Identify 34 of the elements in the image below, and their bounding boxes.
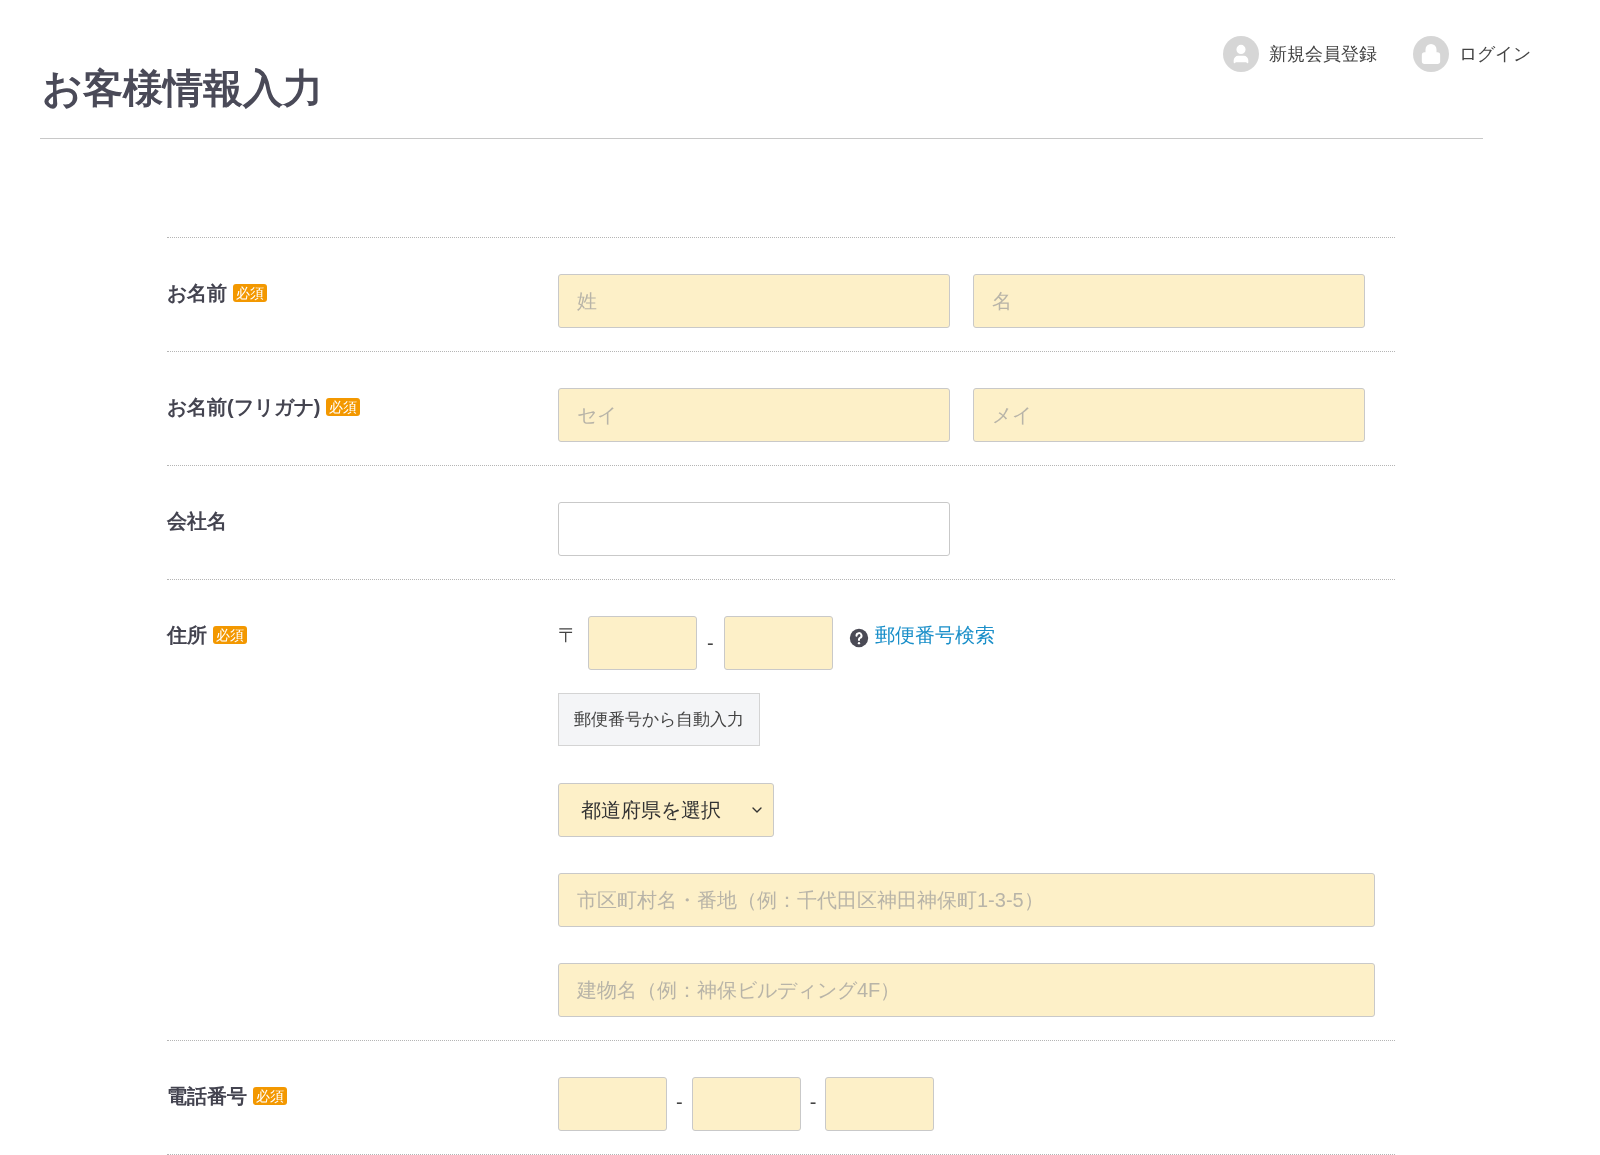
field-label: 住所 <box>167 623 207 648</box>
input-field[interactable] <box>825 1077 935 1131</box>
required-badge: 必須 <box>326 398 361 416</box>
help-icon <box>848 628 869 648</box>
header-link[interactable]: 新規会員登録 <box>1223 36 1377 72</box>
page-title: お客様情報入力 <box>41 65 324 112</box>
input-field[interactable]: メイ <box>973 388 1365 442</box>
input-field[interactable] <box>723 616 833 670</box>
input-field[interactable]: 名 <box>973 274 1365 328</box>
input-field[interactable] <box>558 502 950 556</box>
input-field[interactable] <box>691 1077 801 1131</box>
field-label: お名前(フリガナ) <box>167 395 321 420</box>
header-link[interactable]: ログイン <box>1413 36 1531 72</box>
input-field[interactable]: セイ <box>558 388 950 442</box>
input-field[interactable] <box>588 616 697 670</box>
field-label: お名前 <box>167 281 227 306</box>
required-badge: 必須 <box>233 284 267 302</box>
required-badge: 必須 <box>213 626 247 644</box>
input-field[interactable]: 市区町村名・番地（例：千代田区神田神保町1-3-5） <box>558 873 1375 927</box>
required-badge: 必須 <box>253 1087 287 1105</box>
field-label: 電話番号 <box>167 1084 247 1109</box>
separator-text: - <box>707 631 714 656</box>
field-label: 会社名 <box>167 509 227 534</box>
input-field[interactable]: 姓 <box>558 274 950 328</box>
user-icon <box>1223 36 1259 72</box>
lock-icon <box>1413 36 1449 72</box>
input-field[interactable]: 建物名（例：神保ビルディング4F） <box>558 963 1375 1017</box>
separator-text: - <box>809 1090 817 1115</box>
autofill-button[interactable]: 郵便番号から自動入力 <box>558 693 760 746</box>
prefecture-select[interactable]: 都道府県を選択 <box>558 783 774 837</box>
separator-text: - <box>676 1090 683 1115</box>
postal-code-search-link[interactable]: 郵便番号検索 <box>874 620 995 650</box>
postal-mark: 〒 <box>558 623 578 648</box>
input-field[interactable] <box>558 1077 667 1131</box>
